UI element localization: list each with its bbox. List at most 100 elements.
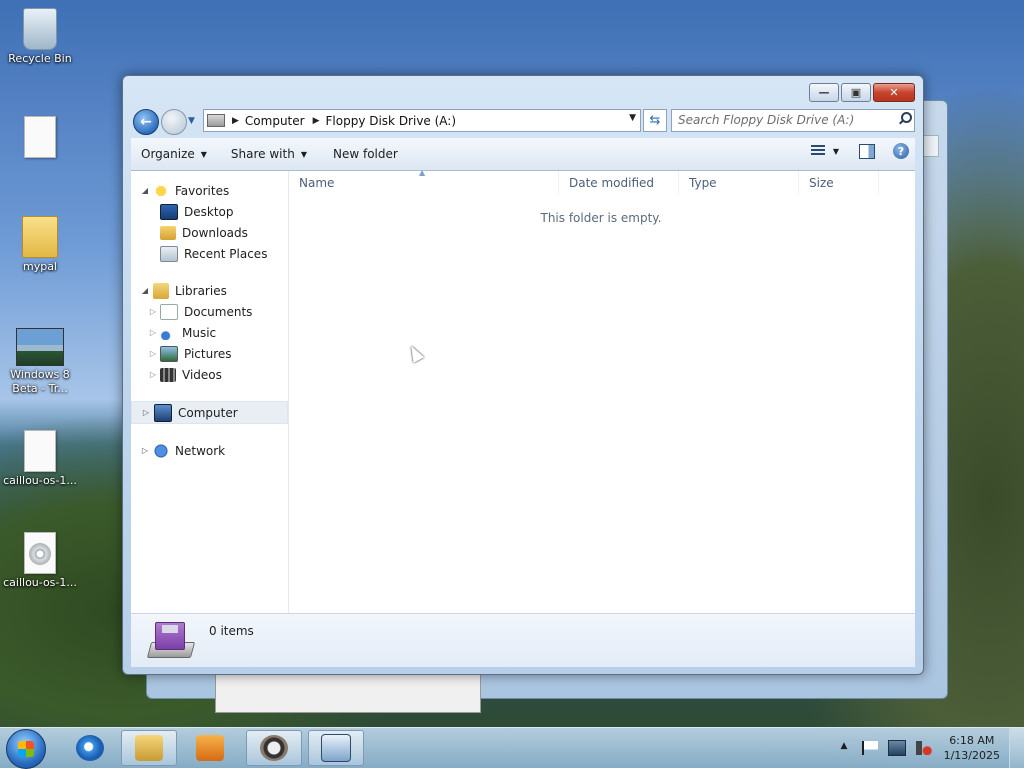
music-icon [160,325,176,340]
column-header-type[interactable]: Type [679,171,799,195]
organize-button[interactable]: Organize ▼ [131,147,217,161]
desktop-icon [160,203,178,220]
back-button[interactable]: ← [133,109,159,135]
sort-ascending-icon: ▲ [419,168,426,177]
recent-pages-dropdown[interactable]: ▼ [188,116,195,126]
minimize-icon: — [818,86,830,99]
caption-buttons: — ▣ ✕ [809,83,915,102]
taskbar-item-internet-explorer[interactable] [62,730,118,766]
folder-icon [22,216,58,258]
nav-item-pictures[interactable]: ▷ Pictures [131,343,288,364]
back-arrow-icon: ← [140,114,152,130]
show-hidden-icons-arrow[interactable]: ▲ [836,741,852,755]
favorites-star-icon [153,182,169,199]
breadcrumb-floppy-drive[interactable]: Floppy Disk Drive (A:) [326,114,457,128]
nav-item-recent-places[interactable]: Recent Places [131,243,288,264]
view-options-icon[interactable] [810,145,825,157]
action-center-flag-icon[interactable] [862,741,878,755]
taskbar-item-file-explorer[interactable] [121,730,177,766]
column-header-size[interactable]: Size [799,171,879,195]
volume-muted-icon[interactable] [916,741,932,755]
start-button[interactable] [6,729,46,769]
maximize-icon: ▣ [850,86,862,99]
nav-item-videos[interactable]: ▷ Videos [131,364,288,385]
explorer-window: — ▣ ✕ ← ▼ ▶ Computer ▶ Floppy Disk Drive… [122,75,924,675]
expand-triangle-icon[interactable]: ▷ [148,328,158,337]
breadcrumb-separator-icon[interactable]: ▶ [313,116,320,126]
file-explorer-icon [135,735,163,761]
column-header-date-modified[interactable]: Date modified [559,171,679,195]
internet-explorer-icon [76,735,104,761]
close-button[interactable]: ✕ [873,83,915,102]
raccoon-app-icon [260,735,288,761]
address-dropdown-icon[interactable]: ▼ [629,113,636,123]
desktop-icon-document[interactable] [0,116,80,160]
desktop-icon-label: caillou-os-1... [3,474,77,487]
show-desktop-button[interactable] [1009,728,1024,768]
nav-network-label: Network [175,443,226,458]
address-row: ← ▼ ▶ Computer ▶ Floppy Disk Drive (A:) … [131,108,915,135]
nav-libraries[interactable]: ◢ Libraries [131,280,288,301]
nav-libraries-label: Libraries [175,283,227,298]
search-icon[interactable] [899,112,912,123]
videos-icon [160,367,176,382]
desktop-icon-label: caillou-os-1... [3,576,77,589]
nav-favorites[interactable]: ◢ Favorites [131,180,288,201]
address-bar[interactable]: ▶ Computer ▶ Floppy Disk Drive (A:) ▼ [203,109,641,132]
expand-triangle-icon[interactable]: ▷ [148,349,158,358]
taskbar-item-window-app[interactable] [308,730,364,766]
clock[interactable]: 6:18 AM 1/13/2025 [944,733,1000,763]
command-bar: Organize ▼ Share with ▼ New folder ▼ ? [131,138,915,171]
close-icon: ✕ [889,86,899,99]
column-header-name[interactable]: ▲ Name [289,168,559,195]
forward-button[interactable] [161,109,187,135]
help-icon[interactable]: ? [893,143,909,159]
computer-icon [154,403,172,422]
maximize-button[interactable]: ▣ [841,83,871,102]
column-header-label: Date modified [569,176,655,190]
toolbar-right: ▼ ? [810,143,909,159]
expand-triangle-icon[interactable]: ▷ [148,307,158,316]
documents-icon [160,303,178,320]
desktop-icon-caillou-doc[interactable]: caillou-os-1... [0,430,80,488]
search-input[interactable] [672,110,888,129]
recent-places-icon [160,245,178,262]
nav-item-desktop[interactable]: Desktop [131,201,288,222]
desktop-icon-recycle-bin[interactable]: Recycle Bin [0,8,80,66]
desktop-icon-mypal[interactable]: mypal [0,216,80,274]
desktop-icon-windows8-beta[interactable]: Windows 8 Beta - Tr... [0,328,80,396]
expand-triangle-icon[interactable]: ▷ [140,446,150,455]
chevron-down-icon[interactable]: ▼ [833,147,839,156]
nav-item-documents[interactable]: ▷ Documents [131,301,288,322]
nav-network[interactable]: ▷ Network [131,440,288,461]
column-header-label: Name [299,176,335,190]
nav-item-downloads[interactable]: Downloads [131,222,288,243]
taskbar-item-raccoon-app[interactable] [246,730,302,766]
network-icon[interactable] [888,740,906,756]
breadcrumb-separator-icon[interactable]: ▶ [232,116,239,126]
refresh-button[interactable]: ⇆ [643,109,667,132]
file-list-pane[interactable]: ▲ Name Date modified Type Size This fold… [289,168,915,613]
new-folder-button[interactable]: New folder [317,147,408,161]
desktop-icon-caillou-iso[interactable]: caillou-os-1... [0,532,80,590]
network-icon [153,442,169,459]
nav-item-label: Pictures [184,346,232,361]
nav-item-music[interactable]: ▷ Music [131,322,288,343]
nav-item-label: Downloads [182,225,248,240]
collapse-triangle-icon[interactable]: ◢ [140,286,150,295]
preview-pane-icon[interactable] [859,143,875,159]
nav-computer[interactable]: ▷ Computer [131,401,288,424]
libraries-icon [153,282,169,299]
nav-item-label: Documents [184,304,253,319]
expand-triangle-icon[interactable]: ▷ [141,408,151,417]
expand-triangle-icon[interactable]: ▷ [148,370,158,379]
content-area: ◢ Favorites Desktop Downloads Recent Pla… [131,168,915,613]
taskbar-item-media-player[interactable] [182,730,238,766]
share-with-button[interactable]: Share with ▼ [217,147,317,161]
column-header-label: Size [809,176,834,190]
minimize-button[interactable]: — [809,83,839,102]
breadcrumb-computer[interactable]: Computer [245,114,305,128]
image-icon [16,328,64,366]
collapse-triangle-icon[interactable]: ◢ [140,186,150,195]
clock-date: 1/13/2025 [943,749,1000,762]
